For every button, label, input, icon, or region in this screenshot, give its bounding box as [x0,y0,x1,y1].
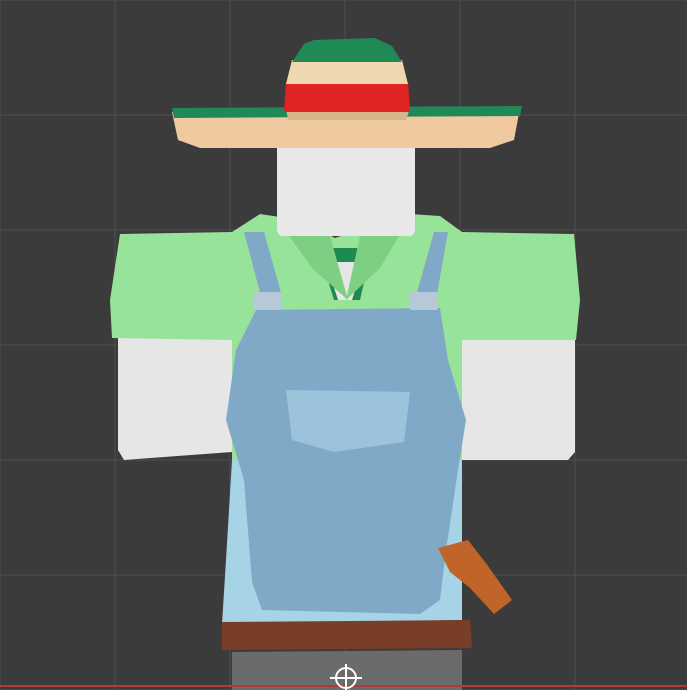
studio-viewport[interactable] [0,0,687,690]
x-axis-line [0,664,687,690]
